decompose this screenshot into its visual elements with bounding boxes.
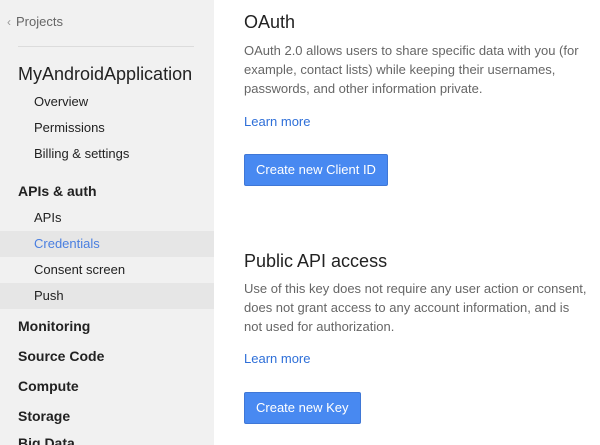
back-link-label: Projects <box>16 14 63 29</box>
sidebar-item-permissions[interactable]: Permissions <box>0 115 214 141</box>
sidebar-heading-apis-auth[interactable]: APIs & auth <box>18 183 97 199</box>
sidebar-heading-source-code[interactable]: Source Code <box>18 348 104 364</box>
sidebar-item-credentials[interactable]: Credentials <box>0 231 214 257</box>
public-api-title: Public API access <box>244 251 388 271</box>
sidebar-divider <box>18 46 194 47</box>
create-client-id-button[interactable]: Create new Client ID <box>244 154 388 186</box>
sidebar-heading-monitoring[interactable]: Monitoring <box>18 318 90 334</box>
back-to-projects-link[interactable]: ‹ Projects <box>7 14 63 29</box>
public-api-learn-more-link[interactable]: Learn more <box>244 351 310 366</box>
oauth-learn-more-link[interactable]: Learn more <box>244 114 310 129</box>
sidebar: ‹ Projects MyAndroidApplication Overview… <box>0 0 214 445</box>
oauth-description: OAuth 2.0 allows users to share specific… <box>244 43 579 96</box>
create-key-button[interactable]: Create new Key <box>244 392 361 424</box>
sidebar-item-push[interactable]: Push <box>0 283 214 309</box>
project-name[interactable]: MyAndroidApplication <box>18 64 200 85</box>
chevron-left-icon: ‹ <box>7 14 11 29</box>
sidebar-heading-big-data[interactable]: Big Data <box>18 435 75 445</box>
sidebar-item-billing-settings[interactable]: Billing & settings <box>0 141 214 167</box>
public-api-description: Use of this key does not require any use… <box>244 281 587 334</box>
sidebar-item-apis[interactable]: APIs <box>0 205 214 231</box>
sidebar-item-overview[interactable]: Overview <box>0 89 214 115</box>
sidebar-item-consent-screen[interactable]: Consent screen <box>0 257 214 283</box>
sidebar-heading-compute[interactable]: Compute <box>18 378 79 394</box>
oauth-title: OAuth <box>244 12 296 32</box>
sidebar-heading-storage[interactable]: Storage <box>18 408 70 424</box>
